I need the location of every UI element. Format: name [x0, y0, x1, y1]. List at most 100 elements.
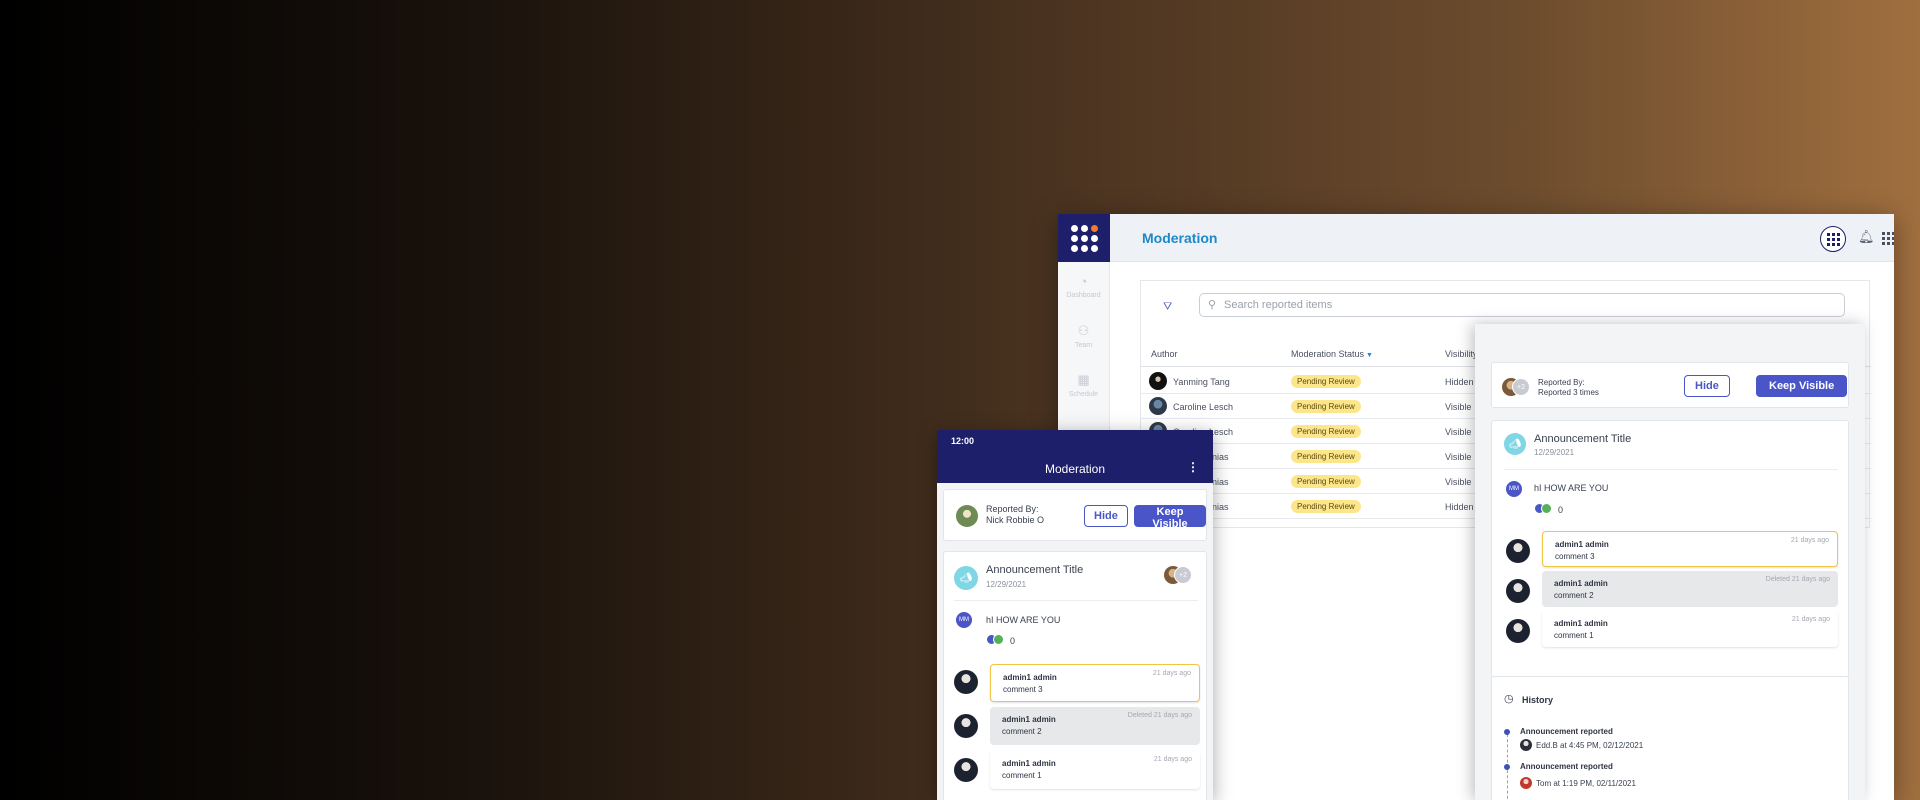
status-badge: Pending Review: [1291, 425, 1361, 438]
comment-time: Deleted 21 days ago: [1127, 712, 1192, 719]
announcement-date: 12/29/2021: [986, 580, 1027, 589]
comment-item[interactable]: admin1 admin comment 1 21 days ago: [1542, 611, 1838, 647]
rail-item-schedule[interactable]: ▦ Schedule: [1058, 360, 1109, 409]
mobile-title: Moderation: [1044, 462, 1106, 476]
reported-by-value: Reported 3 times: [1538, 388, 1599, 397]
column-header-status[interactable]: Moderation Status ▼: [1291, 349, 1373, 359]
comment-time: 21 days ago: [1791, 616, 1830, 623]
search-box: ⚲: [1199, 293, 1845, 317]
rail-item-team[interactable]: ⚇ Team: [1058, 311, 1109, 360]
comment-time: 21 days ago: [1790, 537, 1829, 544]
mobile-announcement-card: 📣︎ Announcement Title 12/29/2021 +2 MM h…: [943, 551, 1207, 800]
megaphone-icon: 📣︎: [954, 566, 978, 590]
post-author-avatar: MM: [956, 612, 972, 628]
reactions-icon: [1534, 503, 1552, 515]
comment-author: admin1 admin: [1002, 715, 1056, 724]
status-badge: Pending Review: [1291, 375, 1361, 388]
status-badge: Pending Review: [1291, 400, 1361, 413]
page-title: Moderation: [1142, 230, 1218, 246]
comment-author: admin1 admin: [1554, 619, 1608, 628]
status-badge: Pending Review: [1291, 475, 1361, 488]
comment-item[interactable]: admin1 admin comment 2 Deleted 21 days a…: [990, 707, 1200, 745]
visibility-value: Visible: [1445, 452, 1472, 462]
keep-visible-button[interactable]: Keep Visible: [1756, 375, 1848, 397]
comment-text: comment 2: [1002, 727, 1042, 736]
author-avatar: [1149, 372, 1167, 390]
timeline-dot: [1504, 729, 1510, 735]
grid-icon: [1826, 232, 1840, 246]
comment-avatar: [1506, 539, 1530, 563]
top-bar: Moderation 🔔︎: [1110, 214, 1894, 262]
status-time: 12:00: [951, 436, 975, 446]
column-header-visibility[interactable]: Visibility: [1445, 349, 1477, 359]
divider: [954, 600, 1198, 601]
comment-author: admin1 admin: [1002, 759, 1056, 768]
extra-reporters-badge: +2: [1512, 378, 1530, 396]
rail-item-label: Dashboard: [1066, 292, 1101, 299]
app-logo[interactable]: [1058, 214, 1110, 262]
bell-icon[interactable]: 🔔︎: [1858, 229, 1875, 245]
comment-item[interactable]: admin1 admin comment 2 Deleted 21 days a…: [1542, 571, 1838, 607]
search-input[interactable]: [1224, 297, 1824, 313]
comment-item[interactable]: admin1 admin comment 1 21 days ago: [990, 751, 1200, 789]
column-header-author[interactable]: Author: [1151, 349, 1178, 359]
author-name: Yanming Tang: [1173, 377, 1230, 387]
announcement-card: 📣︎ Announcement Title 12/29/2021 MM hI H…: [1491, 420, 1849, 678]
report-detail-panel: +2 Reported By: Reported 3 times Hide Ke…: [1475, 324, 1865, 800]
author-name: Caroline Lesch: [1173, 402, 1234, 412]
visibility-value: Hidden: [1445, 377, 1474, 387]
more-vertical-icon[interactable]: ⋮: [1187, 460, 1199, 474]
announcement-title: Announcement Title: [986, 564, 1084, 576]
grid-icon: [1882, 232, 1894, 245]
visibility-value: Visible: [1445, 427, 1472, 437]
history-actor: Tom at 1:19 PM, 02/11/2021: [1536, 779, 1636, 788]
app-switcher-button[interactable]: [1820, 226, 1846, 252]
announcement-date: 12/29/2021: [1534, 448, 1575, 457]
column-header-label: Moderation Status: [1291, 349, 1365, 359]
post-body: hI HOW ARE YOU: [1534, 483, 1609, 493]
comment-avatar: [954, 670, 978, 694]
rail-item-dashboard[interactable]: ◔ Dashboard: [1058, 262, 1109, 311]
reactions-icon: [986, 634, 1004, 646]
comment-time: 21 days ago: [1153, 756, 1192, 763]
comment-avatar: [954, 714, 978, 738]
comment-text: comment 1: [1002, 771, 1042, 780]
logo-dots-icon: [1070, 224, 1098, 252]
team-icon: ⚇: [1077, 322, 1090, 338]
history-actor-avatar: [1520, 739, 1532, 751]
status-badge: Pending Review: [1291, 500, 1361, 513]
reported-by: Reported By: Nick Robbie O: [986, 504, 1044, 526]
mobile-header: 12:00 Moderation ⋮: [937, 430, 1213, 483]
comment-item[interactable]: admin1 admin comment 3 21 days ago: [990, 664, 1200, 702]
comment-text: comment 3: [1555, 552, 1595, 561]
divider: [1504, 469, 1838, 470]
search-icon: ⚲: [1208, 299, 1217, 311]
comment-author: admin1 admin: [1554, 579, 1608, 588]
timeline-dot: [1504, 764, 1510, 770]
history-event: Announcement reported: [1520, 762, 1613, 771]
visibility-value: Hidden: [1445, 502, 1474, 512]
hide-button[interactable]: Hide: [1084, 505, 1128, 527]
visibility-value: Visible: [1445, 477, 1472, 487]
filter-icon[interactable]: ⛛: [1163, 301, 1172, 314]
clock-icon: ◷: [1504, 693, 1514, 705]
keep-visible-button[interactable]: Keep Visible: [1134, 505, 1206, 530]
rail-item-label: Schedule: [1068, 390, 1099, 398]
author-avatar: [1149, 397, 1167, 415]
reaction-count: 0: [1558, 505, 1564, 515]
reported-by-value: Nick Robbie O: [986, 515, 1045, 525]
comment-time: 21 days ago: [1152, 670, 1191, 677]
rail-item-label: Team: [1074, 341, 1093, 349]
hide-button[interactable]: Hide: [1684, 375, 1730, 397]
reported-by-label: Reported By:: [986, 504, 1039, 514]
reported-by: Reported By: Reported 3 times: [1538, 378, 1599, 398]
dashboard-icon: ◔: [1079, 274, 1088, 289]
calendar-icon: ▦: [1077, 371, 1090, 387]
apps-button[interactable]: [1882, 232, 1894, 245]
reaction-count: 0: [1010, 636, 1016, 646]
post-body: hI HOW ARE YOU: [986, 615, 1061, 625]
comment-avatar: [1506, 579, 1530, 603]
comment-author: admin1 admin: [1003, 673, 1057, 682]
comment-avatar: [954, 758, 978, 782]
comment-item[interactable]: admin1 admin comment 3 21 days ago: [1542, 531, 1838, 567]
